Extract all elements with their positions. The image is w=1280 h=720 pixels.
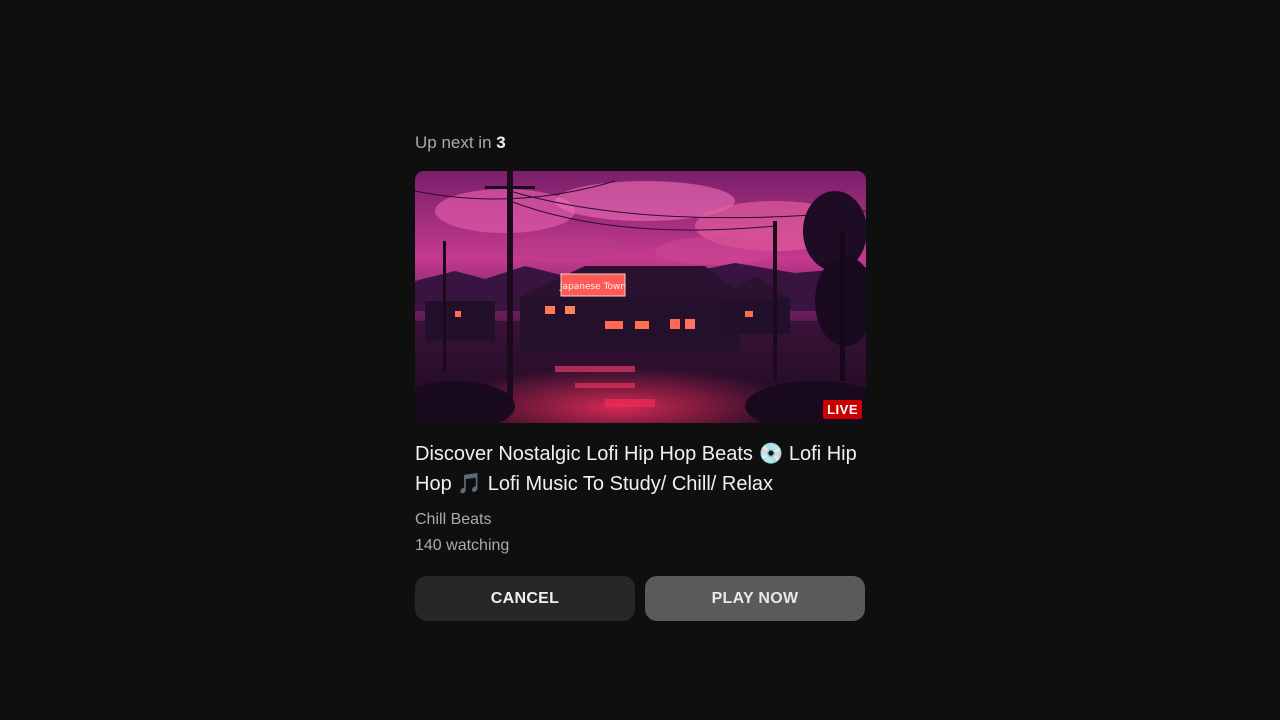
video-thumbnail[interactable]: Japanese Town LIVE	[415, 171, 866, 423]
channel-name[interactable]: Chill Beats	[415, 507, 866, 533]
viewer-count: 140 watching	[415, 537, 510, 554]
up-next-prefix: Up next in	[415, 133, 492, 152]
play-now-button[interactable]: PLAY NOW	[645, 576, 865, 621]
up-next-card: Up next in 3 Japanese Town LIVE Discover…	[415, 130, 866, 621]
action-buttons: CANCEL PLAY NOW	[415, 576, 866, 621]
live-badge: LIVE	[823, 400, 862, 419]
cancel-button[interactable]: CANCEL	[415, 576, 635, 621]
thumbnail-image: Japanese Town	[415, 171, 866, 423]
thumbnail-sign-text: Japanese Town	[559, 282, 626, 292]
video-title[interactable]: Discover Nostalgic Lofi Hip Hop Beats 💿 …	[415, 439, 866, 499]
up-next-label: Up next in 3	[415, 130, 866, 156]
countdown-number: 3	[496, 133, 506, 152]
autoplay-overlay: Up next in 3 Japanese Town LIVE Discover…	[0, 0, 1280, 720]
